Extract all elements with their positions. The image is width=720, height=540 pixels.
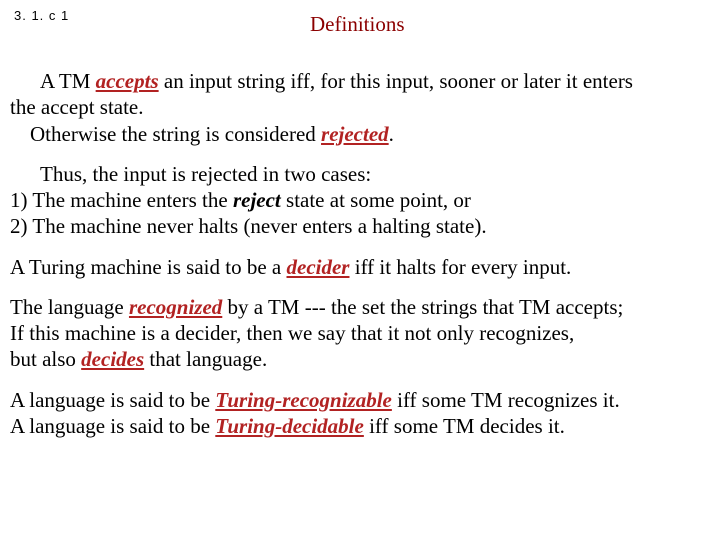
slide-number: 3. 1. c 1 xyxy=(14,8,69,24)
text: A language is said to be xyxy=(10,388,215,412)
text: state at some point, or xyxy=(281,188,471,212)
term-turing-recognizable: Turing-recognizable xyxy=(215,388,392,412)
term-decides: decides xyxy=(81,347,144,371)
text: . xyxy=(389,122,394,146)
header: 3. 1. c 1 Definitions xyxy=(10,8,710,36)
term-reject: reject xyxy=(233,188,281,212)
text: A TM xyxy=(40,69,96,93)
para-accepts: A TM accepts an input string iff, for th… xyxy=(10,68,710,147)
text: that language. xyxy=(144,347,267,371)
text: Otherwise the string is considered xyxy=(30,122,321,146)
para-reject-cases: Thus, the input is rejected in two cases… xyxy=(10,161,710,240)
text: A Turing machine is said to be a xyxy=(10,255,287,279)
para-recognized: The language recognized by a TM --- the … xyxy=(10,294,710,373)
text: the accept state. xyxy=(10,94,710,120)
body: A TM accepts an input string iff, for th… xyxy=(10,68,710,439)
term-recognized: recognized xyxy=(129,295,222,319)
text: iff it halts for every input. xyxy=(349,255,571,279)
para-decider: A Turing machine is said to be a decider… xyxy=(10,254,710,280)
text: 2) The machine never halts (never enters… xyxy=(10,213,710,239)
text: If this machine is a decider, then we sa… xyxy=(10,320,710,346)
term-rejected: rejected xyxy=(321,122,389,146)
text: by a TM --- the set the strings that TM … xyxy=(222,295,623,319)
term-accepts: accepts xyxy=(96,69,159,93)
para-turing: A language is said to be Turing-recogniz… xyxy=(10,387,710,440)
term-decider: decider xyxy=(287,255,350,279)
text: iff some TM decides it. xyxy=(364,414,565,438)
term-turing-decidable: Turing-decidable xyxy=(215,414,364,438)
text: but also xyxy=(10,347,81,371)
text: The language xyxy=(10,295,129,319)
text: iff some TM recognizes it. xyxy=(392,388,620,412)
text: 1) The machine enters the xyxy=(10,188,233,212)
text: an input string iff, for this input, soo… xyxy=(159,69,633,93)
slide-title: Definitions xyxy=(310,11,405,37)
text: A language is said to be xyxy=(10,414,215,438)
slide: 3. 1. c 1 Definitions A TM accepts an in… xyxy=(0,0,720,540)
text: Thus, the input is rejected in two cases… xyxy=(10,161,710,187)
